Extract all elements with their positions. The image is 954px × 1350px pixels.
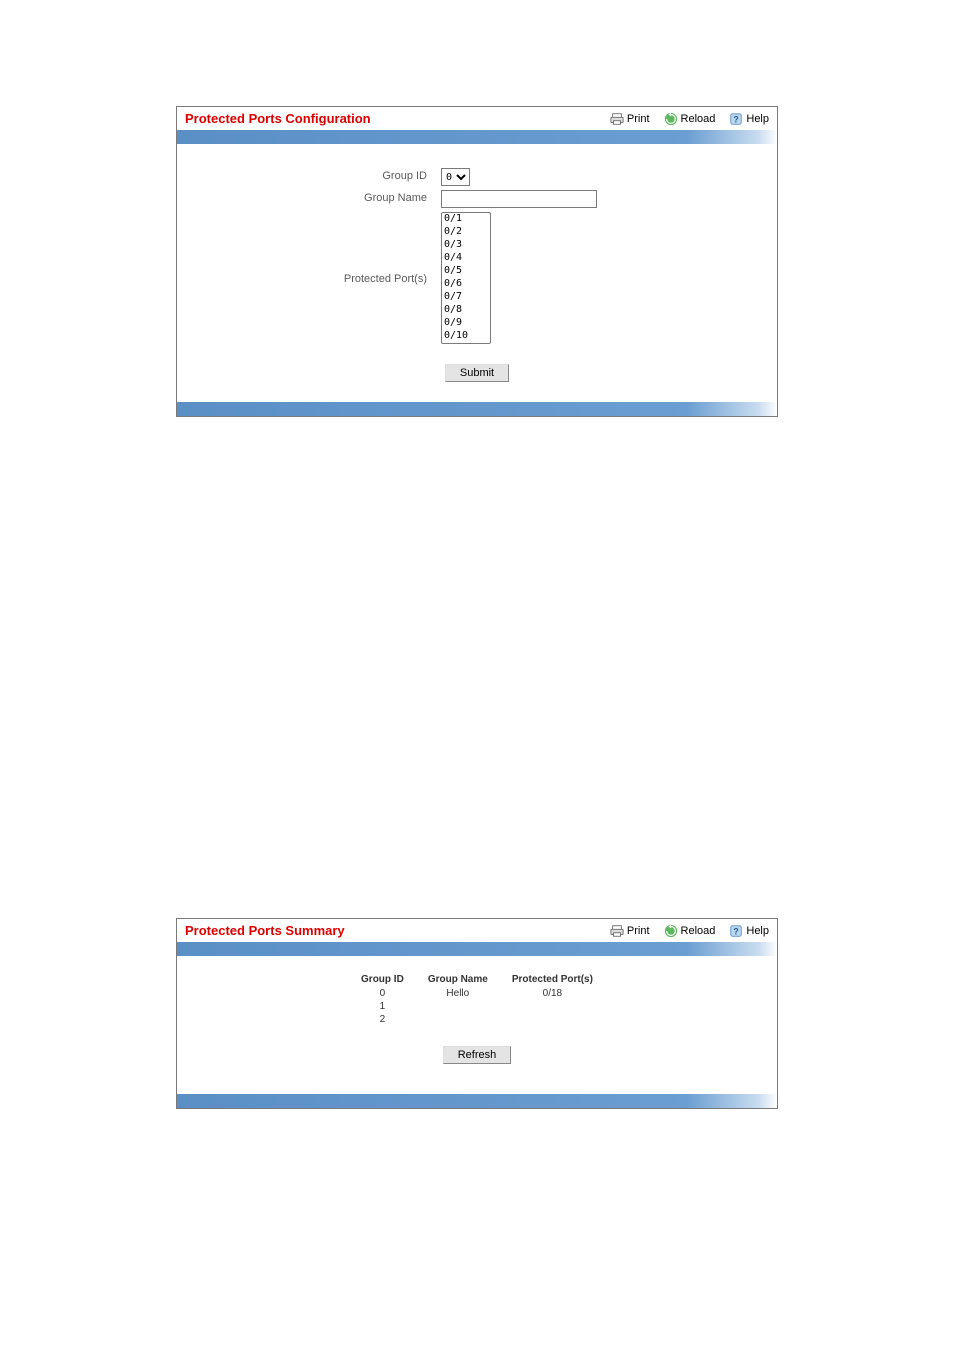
cell-ports: 0/18 <box>500 987 605 1000</box>
protected-ports-select[interactable]: 0/1 0/2 0/3 0/4 0/5 0/6 0/7 0/8 0/9 0/10 <box>441 212 491 344</box>
submit-row: Submit <box>187 364 767 382</box>
label-group-name: Group Name <box>187 190 441 204</box>
port-option[interactable]: 0/4 <box>442 252 490 265</box>
print-label: Print <box>627 925 650 937</box>
help-button[interactable]: ? Help <box>729 924 769 938</box>
help-label: Help <box>746 925 769 937</box>
cell-group-id: 2 <box>349 1013 416 1026</box>
port-option[interactable]: 0/8 <box>442 304 490 317</box>
row-group-name: Group Name <box>187 190 767 208</box>
port-option[interactable]: 0/3 <box>442 239 490 252</box>
reload-label: Reload <box>681 113 716 125</box>
summary-header-separator <box>177 942 777 956</box>
col-ports: Protected Port(s) <box>500 972 605 987</box>
refresh-button[interactable]: Refresh <box>443 1046 512 1064</box>
row-group-id: Group ID 0 <box>187 168 767 186</box>
config-panel: Protected Ports Configuration Print Relo… <box>176 106 778 417</box>
header-actions: Print Reload ? Help <box>610 112 769 126</box>
svg-text:?: ? <box>734 114 739 124</box>
cell-group-id: 0 <box>349 987 416 1000</box>
col-group-name: Group Name <box>416 972 500 987</box>
port-option[interactable]: 0/1 <box>442 213 490 226</box>
cell-ports <box>500 1013 605 1026</box>
col-group-id: Group ID <box>349 972 416 987</box>
header-separator-bar <box>177 130 777 144</box>
svg-text:?: ? <box>734 926 739 936</box>
cell-group-id: 1 <box>349 1000 416 1013</box>
config-header: Protected Ports Configuration Print Relo… <box>177 107 777 130</box>
reload-button[interactable]: Reload <box>664 924 716 938</box>
summary-title: Protected Ports Summary <box>185 923 345 938</box>
port-option[interactable]: 0/9 <box>442 317 490 330</box>
cell-group-name <box>416 1013 500 1026</box>
reload-label: Reload <box>681 925 716 937</box>
table-row: 0 Hello 0/18 <box>349 987 605 1000</box>
submit-button[interactable]: Submit <box>445 364 509 382</box>
cell-group-name: Hello <box>416 987 500 1000</box>
refresh-row: Refresh <box>187 1046 767 1064</box>
summary-table-wrap: Group ID Group Name Protected Port(s) 0 … <box>187 964 767 1026</box>
cell-ports <box>500 1000 605 1013</box>
summary-header: Protected Ports Summary Print Reload ? H… <box>177 919 777 942</box>
cell-group-name <box>416 1000 500 1013</box>
row-protected-ports: Protected Port(s) 0/1 0/2 0/3 0/4 0/5 0/… <box>187 212 767 344</box>
footer-separator-bar <box>177 402 777 416</box>
label-group-id: Group ID <box>187 168 441 182</box>
port-option[interactable]: 0/10 <box>442 330 490 343</box>
label-protected-ports: Protected Port(s) <box>187 271 441 285</box>
summary-table: Group ID Group Name Protected Port(s) 0 … <box>349 972 605 1026</box>
summary-body: Group ID Group Name Protected Port(s) 0 … <box>177 956 777 1094</box>
print-label: Print <box>627 113 650 125</box>
help-label: Help <box>746 113 769 125</box>
summary-panel: Protected Ports Summary Print Reload ? H… <box>176 918 778 1109</box>
summary-header-actions: Print Reload ? Help <box>610 924 769 938</box>
help-button[interactable]: ? Help <box>729 112 769 126</box>
port-option[interactable]: 0/6 <box>442 278 490 291</box>
group-name-input[interactable] <box>441 190 597 208</box>
table-header-row: Group ID Group Name Protected Port(s) <box>349 972 605 987</box>
summary-footer-separator <box>177 1094 777 1108</box>
reload-icon <box>664 924 678 938</box>
print-icon <box>610 112 624 126</box>
reload-button[interactable]: Reload <box>664 112 716 126</box>
port-option[interactable]: 0/7 <box>442 291 490 304</box>
config-body: Group ID 0 Group Name Protected Port(s) … <box>177 144 777 402</box>
reload-icon <box>664 112 678 126</box>
help-icon: ? <box>729 112 743 126</box>
config-title: Protected Ports Configuration <box>185 111 371 126</box>
group-id-select[interactable]: 0 <box>441 168 470 186</box>
table-row: 1 <box>349 1000 605 1013</box>
table-row: 2 <box>349 1013 605 1026</box>
help-icon: ? <box>729 924 743 938</box>
print-icon <box>610 924 624 938</box>
print-button[interactable]: Print <box>610 112 650 126</box>
port-option[interactable]: 0/2 <box>442 226 490 239</box>
port-option[interactable]: 0/5 <box>442 265 490 278</box>
print-button[interactable]: Print <box>610 924 650 938</box>
